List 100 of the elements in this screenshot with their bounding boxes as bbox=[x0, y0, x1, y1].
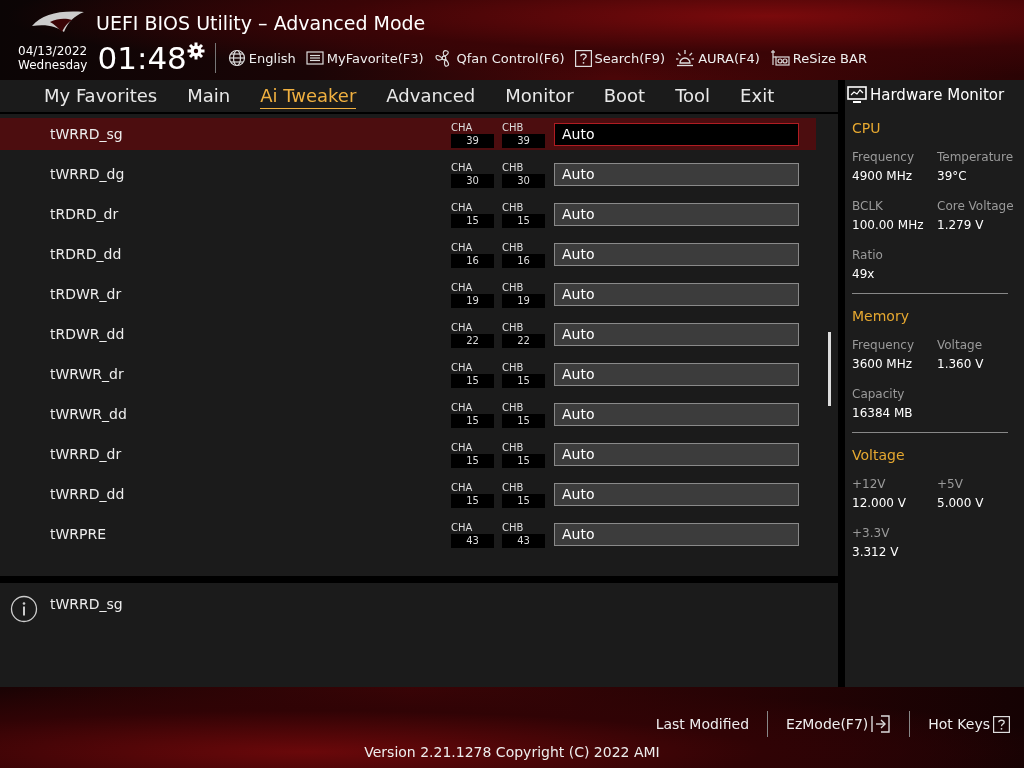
light-icon bbox=[675, 49, 696, 67]
footer-button[interactable]: Last Modified bbox=[655, 716, 750, 732]
channel-value: 15 bbox=[502, 374, 545, 388]
setting-label: tWRRD_dg bbox=[50, 166, 126, 182]
toolbar-button[interactable]: English bbox=[227, 49, 296, 67]
help-icon bbox=[993, 715, 1010, 733]
info-icon bbox=[10, 595, 38, 623]
channel-value: 19 bbox=[451, 294, 494, 308]
help-icon bbox=[574, 49, 592, 67]
channel-value: 43 bbox=[451, 534, 494, 548]
channel-value: 19 bbox=[502, 294, 545, 308]
channel-label: CHA bbox=[451, 322, 474, 334]
value-field[interactable]: Auto bbox=[554, 402, 799, 426]
menu-tab[interactable]: Exit bbox=[740, 83, 775, 109]
reading-label: Temperature bbox=[937, 150, 1014, 164]
setting-row[interactable]: tWRWR_dr CHA 15 CHB 15 Auto bbox=[0, 358, 816, 390]
card-icon bbox=[769, 49, 790, 67]
reading-value: 12.000 V bbox=[852, 496, 907, 510]
reading-label: Capacity bbox=[852, 387, 906, 401]
channel-label: CHA bbox=[451, 122, 474, 134]
reading-label: +3.3V bbox=[852, 526, 891, 540]
toolbar-button[interactable]: ReSize BAR bbox=[769, 49, 867, 67]
setting-label: tWRRD_sg bbox=[50, 126, 124, 142]
value-field[interactable]: Auto bbox=[554, 442, 799, 466]
setting-label: tRDWR_dd bbox=[50, 326, 126, 342]
reading-value: 5.000 V bbox=[937, 496, 985, 510]
exit-icon bbox=[871, 715, 892, 733]
setting-row[interactable]: tWRRD_dg CHA 30 CHB 30 Auto bbox=[0, 158, 816, 190]
channel-label: CHB bbox=[502, 402, 525, 414]
value-field[interactable]: Auto bbox=[554, 482, 799, 506]
menu-tab[interactable]: Boot bbox=[603, 83, 646, 109]
reading-label: Frequency bbox=[852, 150, 915, 164]
reading-value: 4900 MHz bbox=[852, 169, 914, 183]
footer-button[interactable]: EzMode(F7) bbox=[786, 715, 892, 733]
menu-tab[interactable]: Monitor bbox=[505, 83, 574, 109]
toolbar-button[interactable]: MyFavorite(F3) bbox=[305, 50, 424, 66]
setting-row[interactable]: tWRRD_dr CHA 15 CHB 15 Auto bbox=[0, 438, 816, 470]
toolbar-button[interactable]: Search(F9) bbox=[574, 49, 666, 67]
setting-label: tRDRD_dd bbox=[50, 246, 123, 262]
setting-row[interactable]: tWRWR_dd CHA 15 CHB 15 Auto bbox=[0, 398, 816, 430]
channel-label: CHA bbox=[451, 282, 474, 294]
channel-label: CHA bbox=[451, 242, 474, 254]
channel-label: CHA bbox=[451, 202, 474, 214]
menu-tab[interactable]: Ai Tweaker bbox=[260, 83, 357, 109]
setting-row[interactable]: tRDWR_dr CHA 19 CHB 19 Auto bbox=[0, 278, 816, 310]
value-field[interactable]: Auto bbox=[554, 122, 799, 146]
value-field[interactable]: Auto bbox=[554, 522, 799, 546]
reading-value: 100.00 MHz bbox=[852, 218, 925, 232]
setting-row[interactable]: tWRRD_dd CHA 15 CHB 15 Auto bbox=[0, 478, 816, 510]
channel-label: CHB bbox=[502, 482, 525, 494]
footer-button[interactable]: Hot Keys bbox=[928, 715, 1010, 733]
section-title: CPU bbox=[852, 120, 882, 136]
menu-tab[interactable]: Main bbox=[187, 83, 231, 109]
channel-value: 22 bbox=[451, 334, 494, 348]
settings-icon[interactable] bbox=[186, 42, 205, 60]
setting-row[interactable]: tRDWR_dd CHA 22 CHB 22 Auto bbox=[0, 318, 816, 350]
monitor-icon bbox=[847, 86, 867, 104]
channel-label: CHA bbox=[451, 442, 474, 454]
channel-value: 15 bbox=[502, 454, 545, 468]
setting-label: tWRPRE bbox=[50, 526, 108, 542]
toolbar-button[interactable]: AURA(F4) bbox=[675, 49, 760, 67]
value-field[interactable]: Auto bbox=[554, 202, 799, 226]
setting-label: tRDWR_dr bbox=[50, 286, 123, 302]
menu-tab[interactable]: Advanced bbox=[386, 83, 476, 109]
reading-label: Voltage bbox=[937, 338, 983, 352]
globe-icon bbox=[227, 49, 246, 67]
channel-label: CHB bbox=[502, 242, 525, 254]
setting-label: tRDRD_dr bbox=[50, 206, 120, 222]
channel-value: 15 bbox=[451, 374, 494, 388]
value-field[interactable]: Auto bbox=[554, 322, 799, 346]
menu-tab[interactable]: Tool bbox=[675, 83, 711, 109]
channel-label: CHA bbox=[451, 482, 474, 494]
scrollbar-thumb[interactable] bbox=[828, 332, 831, 406]
setting-row[interactable]: tWRPRE CHA 43 CHB 43 Auto bbox=[0, 518, 816, 550]
channel-value: 39 bbox=[502, 134, 545, 148]
value-field[interactable]: Auto bbox=[554, 362, 799, 386]
value-field[interactable]: Auto bbox=[554, 162, 799, 186]
reading-value: 39°C bbox=[937, 169, 968, 183]
reading-value: 3.312 V bbox=[852, 545, 900, 559]
reading-label: +5V bbox=[937, 477, 964, 491]
channel-value: 15 bbox=[502, 414, 545, 428]
setting-row[interactable]: tWRRD_sg CHA 39 CHB 39 Auto bbox=[0, 118, 816, 150]
channel-value: 16 bbox=[502, 254, 545, 268]
setting-row[interactable]: tRDRD_dd CHA 16 CHB 16 Auto bbox=[0, 238, 816, 270]
reading-value: 1.279 V bbox=[937, 218, 985, 232]
channel-label: CHB bbox=[502, 202, 525, 214]
setting-row[interactable]: tRDRD_dr CHA 15 CHB 15 Auto bbox=[0, 198, 816, 230]
channel-label: CHB bbox=[502, 162, 525, 174]
menu-tab[interactable]: My Favorites bbox=[44, 83, 158, 109]
reading-label: Core Voltage bbox=[937, 199, 1015, 213]
channel-label: CHB bbox=[502, 122, 525, 134]
toolbar-button[interactable]: Qfan Control(F6) bbox=[433, 49, 565, 67]
value-field[interactable]: Auto bbox=[554, 242, 799, 266]
channel-value: 16 bbox=[451, 254, 494, 268]
section-title: Memory bbox=[852, 308, 910, 324]
reading-value: 3600 MHz bbox=[852, 357, 914, 371]
channel-label: CHB bbox=[502, 442, 525, 454]
date-text: 04/13/2022 bbox=[18, 44, 88, 58]
list-icon bbox=[305, 50, 324, 66]
value-field[interactable]: Auto bbox=[554, 282, 799, 306]
